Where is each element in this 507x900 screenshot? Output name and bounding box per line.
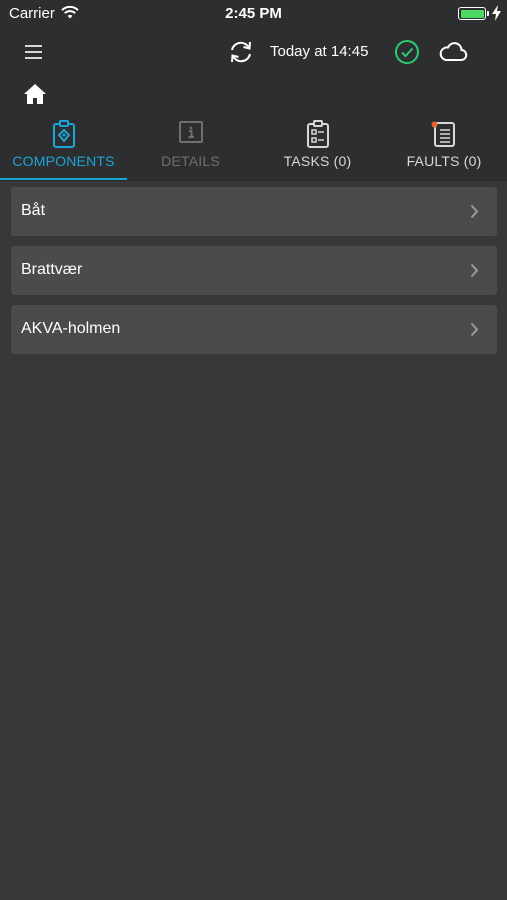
tab-components[interactable]: COMPONENTS (0, 114, 127, 180)
list-item[interactable]: AKVA-holmen (11, 305, 497, 354)
top-navigation-bar: Today at 14:45 (0, 28, 507, 114)
hamburger-menu-icon[interactable] (24, 44, 44, 60)
list-item-label: AKVA-holmen (21, 320, 121, 337)
fault-list-icon (431, 121, 455, 147)
charging-bolt-icon (492, 5, 501, 21)
list-item-label: Brattvær (21, 261, 83, 278)
home-icon[interactable] (23, 83, 47, 105)
tab-tasks[interactable]: TASKS (0) (254, 114, 381, 180)
battery-level-fill (460, 9, 484, 18)
check-circle-icon[interactable] (394, 39, 420, 65)
list-item[interactable]: Båt (11, 187, 497, 236)
list-item-label: Båt (21, 202, 46, 219)
component-list: Båt Brattvær AKVA-holmen (11, 187, 497, 364)
tab-faults-label: FAULTS (0) (406, 153, 482, 169)
battery-icon (458, 7, 486, 20)
chevron-right-icon (470, 204, 479, 219)
tab-tasks-label: TASKS (0) (283, 153, 352, 169)
checklist-icon (306, 120, 329, 148)
tab-faults[interactable]: FAULTS (0) (381, 114, 507, 180)
clipboard-component-icon (52, 120, 75, 148)
status-time: 2:45 PM (225, 5, 282, 22)
tab-details-label: DETAILS (161, 153, 220, 169)
info-icon (178, 121, 203, 143)
cloud-icon[interactable] (438, 41, 468, 63)
chevron-right-icon (470, 263, 479, 278)
chevron-right-icon (470, 322, 479, 337)
battery-tip (487, 11, 489, 16)
status-bar: Carrier 2:45 PM (0, 0, 507, 28)
sync-icon[interactable] (228, 40, 254, 64)
tab-components-label: COMPONENTS (12, 153, 115, 169)
tab-bar: COMPONENTS DETAILS TASKS (0) FAULTS (0) (0, 114, 507, 181)
tab-details[interactable]: DETAILS (127, 114, 254, 180)
last-sync-time: Today at 14:45 (270, 43, 369, 60)
active-tab-indicator (0, 178, 127, 180)
list-item[interactable]: Brattvær (11, 246, 497, 295)
